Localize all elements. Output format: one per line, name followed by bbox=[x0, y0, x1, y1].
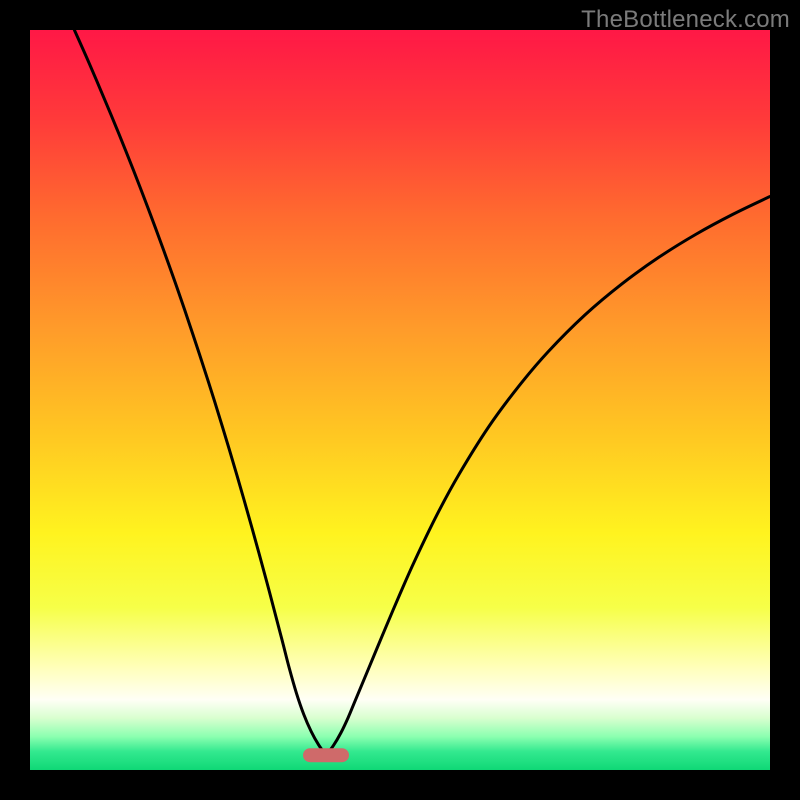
chart-frame: TheBottleneck.com bbox=[0, 0, 800, 800]
watermark-text: TheBottleneck.com bbox=[581, 6, 790, 34]
chart-svg bbox=[30, 30, 770, 770]
gradient-background bbox=[30, 30, 770, 770]
plot-area bbox=[30, 30, 770, 770]
bottleneck-marker bbox=[303, 748, 349, 762]
